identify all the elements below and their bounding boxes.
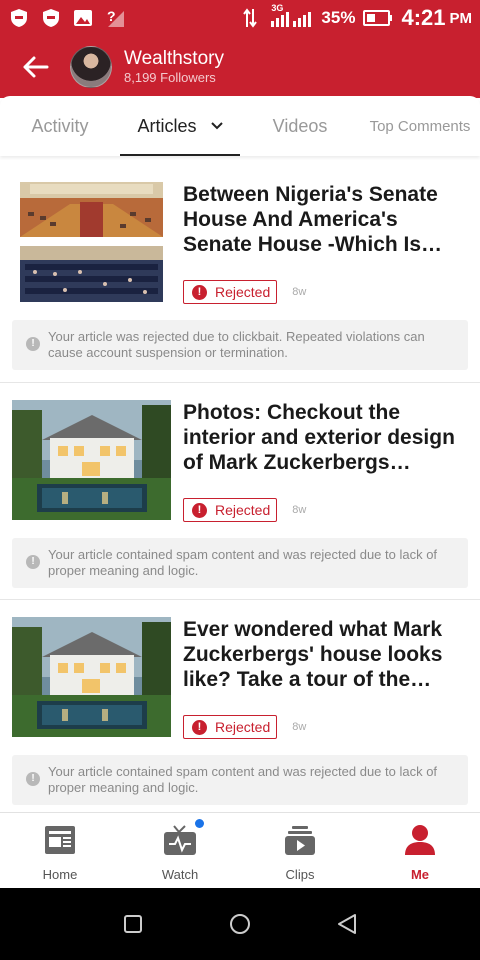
back-arrow-icon bbox=[23, 56, 49, 78]
article-thumbnail[interactable] bbox=[12, 400, 171, 520]
profile-header: Wealthstory 8,199 Followers bbox=[0, 36, 480, 98]
image-icon bbox=[72, 7, 94, 29]
tab-articles[interactable]: Articles bbox=[120, 96, 240, 156]
rejection-notice: ! Your article contained spam content an… bbox=[12, 538, 468, 588]
nav-label: Me bbox=[410, 867, 430, 882]
tab-bar: Activity Articles Videos Top Comments bbox=[0, 96, 480, 156]
article-title[interactable]: Ever wondered what Mark Zuckerbergs' hou… bbox=[183, 617, 468, 692]
svg-text:?: ? bbox=[107, 8, 116, 24]
tab-label: Videos bbox=[272, 115, 328, 136]
status-bar: ? 3G 35% 4:21 PM bbox=[0, 0, 480, 36]
status-label: Rejected bbox=[215, 502, 271, 518]
data-transfer-icon bbox=[239, 7, 261, 29]
chevron-down-icon[interactable] bbox=[210, 122, 223, 130]
notice-text: Your article contained spam content and … bbox=[48, 764, 438, 795]
no-signal-icon: ? bbox=[104, 7, 126, 29]
article-age: 8w bbox=[292, 504, 307, 516]
notification-dot bbox=[195, 819, 204, 828]
rejection-notice: ! Your article was rejected due to click… bbox=[12, 320, 468, 370]
notice-text: Your article contained spam content and … bbox=[48, 547, 438, 578]
person-icon bbox=[402, 823, 438, 857]
nav-label: Clips bbox=[285, 867, 315, 882]
tab-label: Top Comments bbox=[369, 117, 471, 135]
tab-label: Activity bbox=[31, 115, 89, 136]
home-button[interactable] bbox=[220, 904, 260, 944]
info-icon: ! bbox=[26, 772, 40, 786]
battery-percentage: 35% bbox=[321, 8, 356, 27]
info-icon: ! bbox=[26, 337, 40, 351]
article-age: 8w bbox=[292, 286, 307, 298]
clock: 4:21 bbox=[401, 5, 446, 30]
shield-icon bbox=[40, 7, 62, 29]
bottom-navigation: Home Watch Clips Me bbox=[0, 812, 480, 888]
back-button[interactable] bbox=[0, 36, 70, 98]
list-item[interactable]: Ever wondered what Mark Zuckerbergs' hou… bbox=[0, 600, 480, 812]
status-badge: ! Rejected bbox=[183, 498, 278, 522]
clips-icon bbox=[282, 823, 318, 857]
triangle-back-icon bbox=[337, 914, 356, 934]
tab-top-comments[interactable]: Top Comments bbox=[360, 96, 480, 156]
nav-watch[interactable]: Watch bbox=[120, 813, 240, 888]
battery-icon bbox=[363, 7, 393, 29]
list-item[interactable]: Between Nigeria's Senate House And Ameri… bbox=[0, 160, 480, 383]
shield-icon bbox=[8, 7, 30, 29]
alert-icon: ! bbox=[192, 284, 207, 300]
status-badge: ! Rejected bbox=[183, 280, 278, 304]
nav-label: Home bbox=[42, 867, 78, 882]
square-icon bbox=[124, 915, 143, 933]
profile-name: Wealthstory bbox=[124, 48, 224, 69]
status-badge: ! Rejected bbox=[183, 715, 278, 739]
nav-clips[interactable]: Clips bbox=[240, 813, 360, 888]
notice-text: Your article was rejected due to clickba… bbox=[48, 329, 425, 360]
alert-icon: ! bbox=[192, 719, 207, 735]
info-icon: ! bbox=[26, 555, 40, 569]
recents-button[interactable] bbox=[113, 904, 153, 944]
system-navigation-bar bbox=[0, 888, 480, 960]
back-system-button[interactable] bbox=[327, 904, 367, 944]
follower-count: 8,199 Followers bbox=[124, 70, 216, 85]
rejection-notice: ! Your article contained spam content an… bbox=[12, 755, 468, 805]
nav-label: Watch bbox=[161, 867, 199, 882]
nav-home[interactable]: Home bbox=[0, 813, 120, 888]
signal-icon: 3G bbox=[269, 3, 313, 29]
tv-icon bbox=[162, 819, 204, 857]
list-item[interactable]: Photos: Checkout the interior and exteri… bbox=[0, 383, 480, 600]
network-type: 3G bbox=[271, 3, 284, 13]
clock-ampm: PM bbox=[449, 9, 473, 27]
status-label: Rejected bbox=[215, 284, 271, 300]
tab-activity[interactable]: Activity bbox=[0, 96, 120, 156]
tab-videos[interactable]: Videos bbox=[240, 96, 360, 156]
alert-icon: ! bbox=[192, 502, 207, 518]
status-label: Rejected bbox=[215, 719, 271, 735]
avatar[interactable] bbox=[70, 46, 112, 88]
newspaper-icon bbox=[42, 823, 78, 857]
circle-icon bbox=[229, 914, 250, 934]
tab-label: Articles bbox=[137, 115, 197, 136]
article-title[interactable]: Photos: Checkout the interior and exteri… bbox=[183, 400, 468, 475]
article-thumbnail[interactable] bbox=[12, 617, 171, 737]
article-age: 8w bbox=[292, 721, 307, 733]
nav-me[interactable]: Me bbox=[360, 813, 480, 888]
article-list[interactable]: Between Nigeria's Senate House And Ameri… bbox=[0, 160, 480, 812]
article-title[interactable]: Between Nigeria's Senate House And Ameri… bbox=[183, 182, 468, 257]
article-thumbnail[interactable] bbox=[20, 182, 163, 302]
